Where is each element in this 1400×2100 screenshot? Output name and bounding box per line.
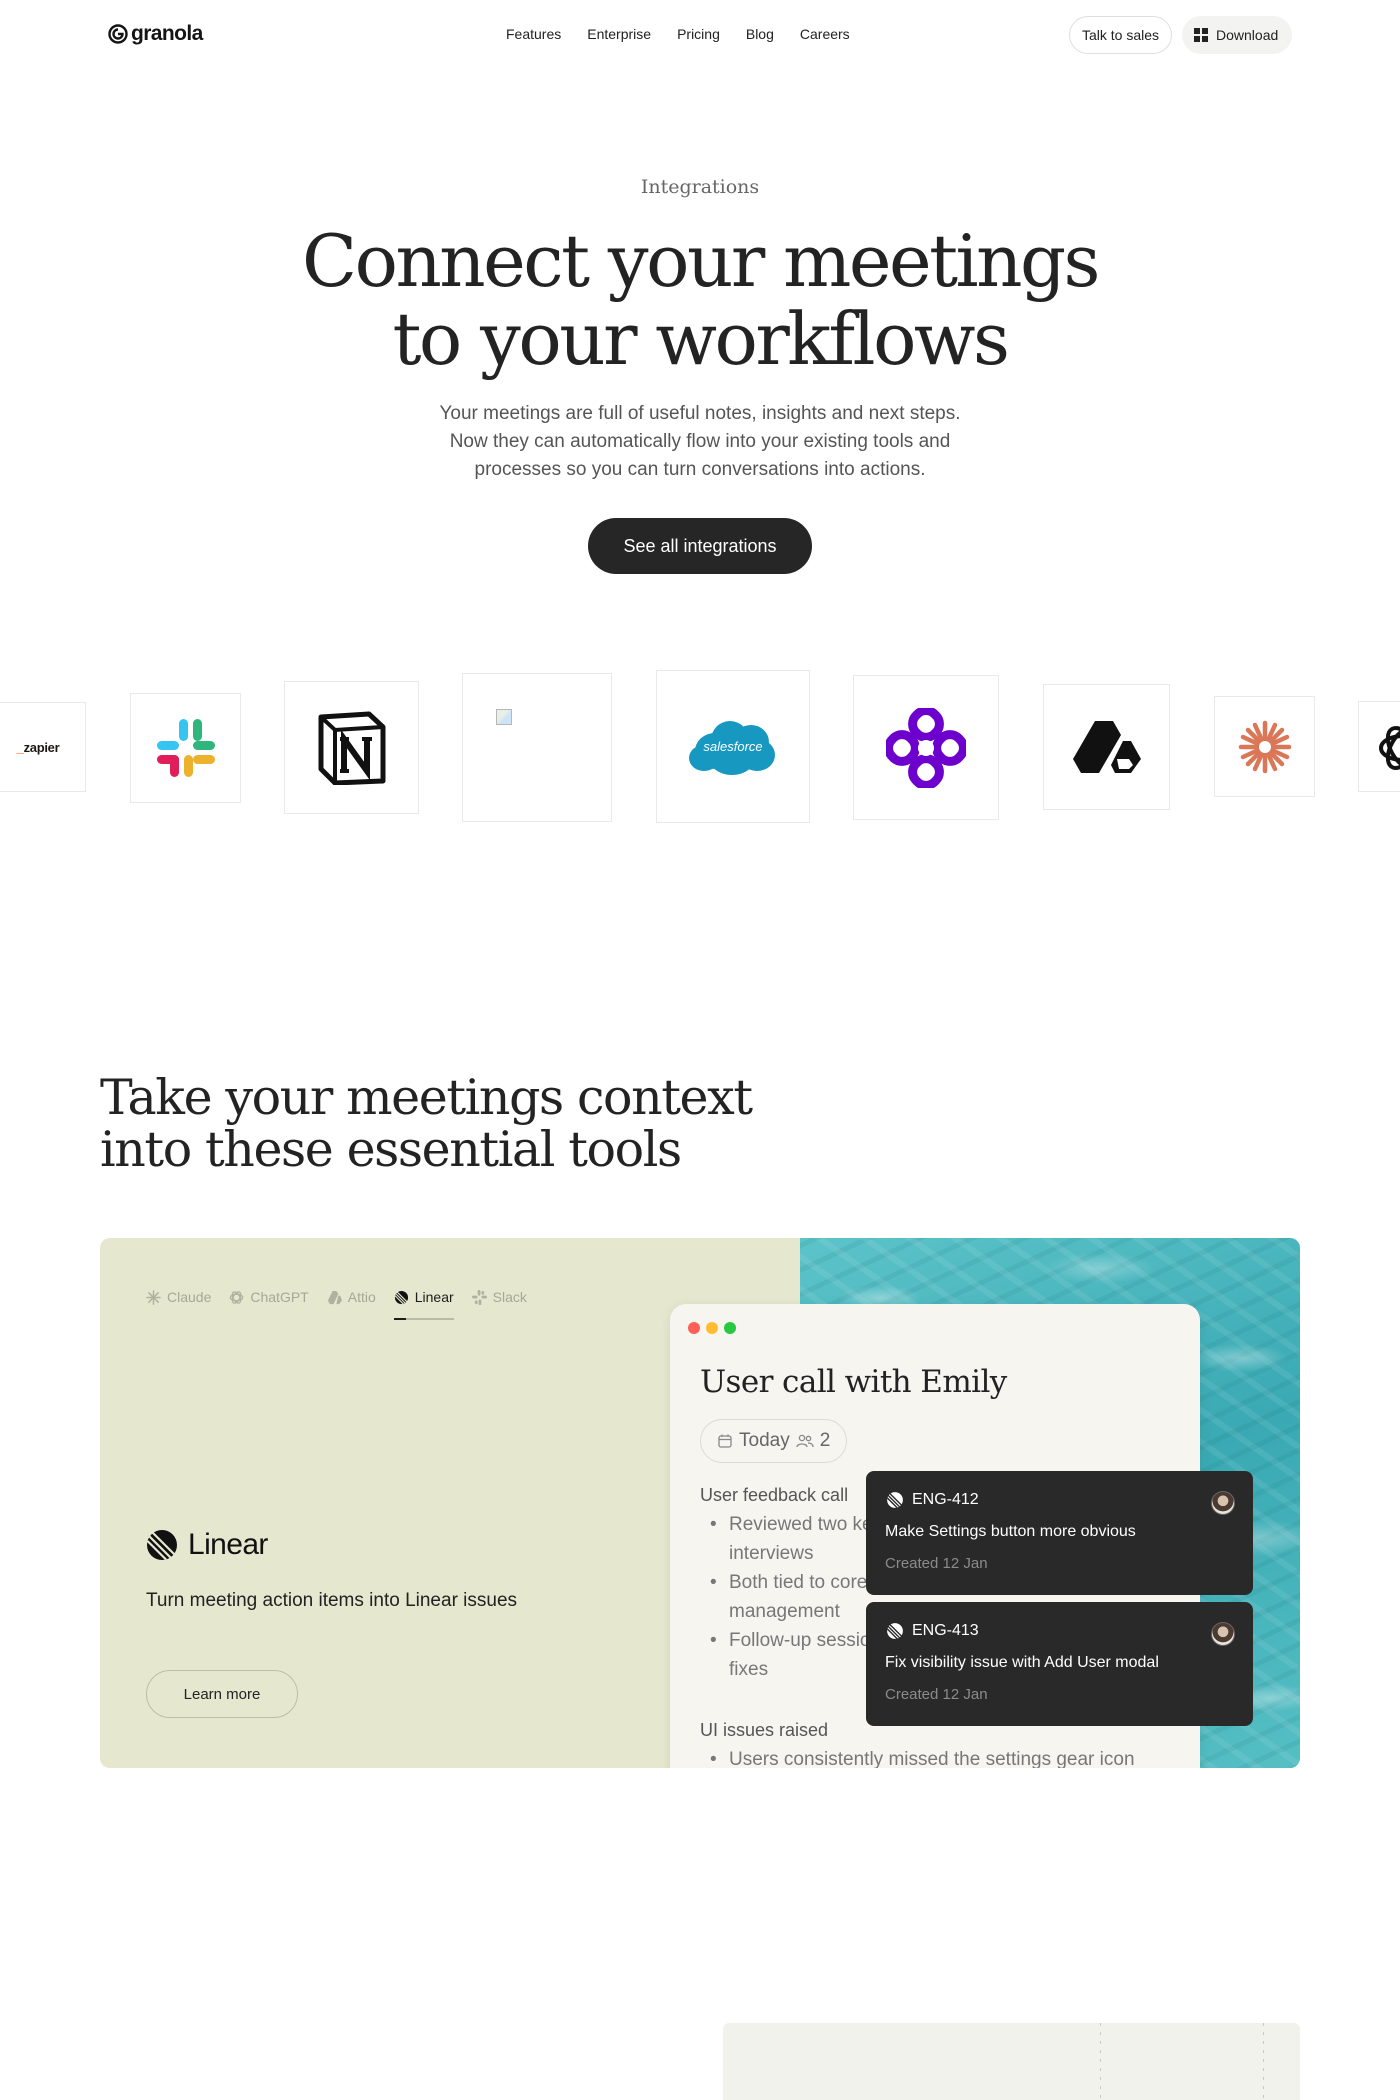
issue-id-row: ENG-412 bbox=[886, 1491, 979, 1509]
issue-title: Fix visibility issue with Add User modal bbox=[885, 1654, 1159, 1671]
linear-icon bbox=[886, 1492, 903, 1509]
nav-link-features[interactable]: Features bbox=[506, 26, 561, 42]
issue-created: Created 12 Jan bbox=[885, 1686, 988, 1703]
zapier-icon: _zapier bbox=[16, 739, 60, 755]
grid-divider bbox=[1100, 2023, 1101, 2100]
logo-text: granola bbox=[131, 22, 203, 45]
section-title-line-1: Take your meetings context bbox=[100, 1069, 753, 1126]
download-button[interactable]: Download bbox=[1182, 16, 1293, 54]
section-title-line-2: into these essential tools bbox=[100, 1121, 682, 1178]
issue-created: Created 12 Jan bbox=[885, 1555, 988, 1572]
notion-tile[interactable] bbox=[284, 681, 419, 814]
claude-tile[interactable] bbox=[1214, 696, 1315, 797]
brand-description: Turn meeting action items into Linear is… bbox=[146, 1590, 518, 1611]
issue-id: ENG-413 bbox=[912, 1622, 979, 1639]
zapier-wordmark: zapier bbox=[23, 739, 60, 755]
integration-feature-card: Claude ChatGPT Attio Linear Slack Linear… bbox=[100, 1238, 1300, 1768]
maximize-dot[interactable] bbox=[724, 1322, 736, 1334]
windows-icon bbox=[1194, 28, 1208, 42]
tab-label: Attio bbox=[347, 1289, 376, 1305]
note-heading-ui-issues: UI issues raised bbox=[700, 1720, 829, 1740]
claude-icon bbox=[1238, 720, 1291, 773]
tab-linear[interactable]: Linear bbox=[393, 1286, 454, 1320]
slack-icon bbox=[156, 719, 215, 777]
brand-heading: Linear bbox=[146, 1528, 268, 1562]
tab-label: ChatGPT bbox=[250, 1289, 309, 1305]
section-title: Take your meetings context into these es… bbox=[100, 1069, 753, 1178]
hero-eyebrow: Integrations bbox=[640, 176, 760, 198]
window-controls bbox=[688, 1322, 736, 1334]
attio-tile[interactable] bbox=[1043, 684, 1170, 810]
chip-date: Today bbox=[739, 1430, 790, 1451]
issue-id-row: ENG-413 bbox=[886, 1622, 979, 1640]
attio-icon bbox=[327, 1290, 342, 1304]
note-meta-chip[interactable]: Today 2 bbox=[700, 1419, 848, 1463]
avatar bbox=[1211, 1622, 1235, 1646]
tab-claude[interactable]: Claude bbox=[146, 1286, 211, 1308]
top-nav: granola Features Enterprise Pricing Blog… bbox=[0, 0, 1400, 72]
hero-title-line-1: Connect your meetings bbox=[302, 219, 1101, 303]
tab-slack[interactable]: Slack bbox=[471, 1286, 527, 1308]
granola-logo[interactable]: granola bbox=[108, 22, 203, 46]
chip-count: 2 bbox=[819, 1430, 831, 1451]
download-label: Download bbox=[1216, 27, 1279, 43]
linear-icon bbox=[886, 1623, 903, 1640]
note-heading-feedback: User feedback call bbox=[700, 1485, 849, 1505]
salesforce-wordmark: salesforce bbox=[703, 738, 763, 754]
nav-links: Features Enterprise Pricing Blog Careers bbox=[506, 26, 850, 42]
talk-to-sales-button[interactable]: Talk to sales bbox=[1069, 16, 1173, 54]
list-item: Users consistently missed the settings g… bbox=[700, 1745, 1220, 1768]
linear-icon bbox=[146, 1530, 177, 1561]
note-list-ui-issues: Users consistently missed the settings g… bbox=[700, 1745, 1220, 1768]
openai-tile[interactable] bbox=[1358, 701, 1400, 792]
see-all-integrations-button[interactable]: See all integrations bbox=[588, 518, 812, 574]
nav-link-blog[interactable]: Blog bbox=[746, 26, 774, 42]
linear-icon bbox=[394, 1290, 408, 1304]
make-icon bbox=[886, 707, 966, 788]
notion-icon bbox=[318, 711, 385, 785]
hero-subtitle-line-2: Now they can automatically flow into you… bbox=[449, 431, 951, 452]
people-icon bbox=[796, 1434, 814, 1448]
brand-name: Linear bbox=[188, 1528, 268, 1561]
attio-icon bbox=[1072, 721, 1141, 773]
calendar-icon bbox=[718, 1434, 732, 1448]
issue-id: ENG-412 bbox=[912, 1491, 979, 1508]
make-tile[interactable] bbox=[853, 675, 999, 820]
hero-subtitle: Your meetings are full of useful notes, … bbox=[400, 400, 1000, 484]
next-section-preview bbox=[723, 2023, 1300, 2100]
salesforce-tile[interactable]: salesforce bbox=[656, 670, 810, 823]
minimize-dot[interactable] bbox=[706, 1322, 718, 1334]
slack-tile[interactable] bbox=[130, 693, 241, 803]
openai-icon bbox=[1379, 726, 1400, 770]
claude-icon bbox=[146, 1289, 161, 1305]
hero-subtitle-line-1: Your meetings are full of useful notes, … bbox=[439, 403, 961, 424]
granola-logo-icon bbox=[108, 24, 128, 44]
slack-icon bbox=[471, 1289, 487, 1305]
hero-title: Connect your meetings to your workflows bbox=[0, 222, 1400, 378]
tab-label: Linear bbox=[414, 1289, 454, 1305]
nav-link-pricing[interactable]: Pricing bbox=[677, 26, 720, 42]
linear-issue-card[interactable]: ENG-412 Make Settings button more obviou… bbox=[866, 1471, 1253, 1595]
linear-issue-card[interactable]: ENG-413 Fix visibility issue with Add Us… bbox=[866, 1602, 1253, 1726]
nav-link-careers[interactable]: Careers bbox=[800, 26, 850, 42]
broken-image-icon bbox=[496, 709, 512, 725]
tab-chatgpt[interactable]: ChatGPT bbox=[229, 1286, 309, 1308]
missing-logo-tile[interactable] bbox=[462, 673, 612, 822]
tab-label: Claude bbox=[167, 1289, 212, 1305]
tab-attio[interactable]: Attio bbox=[327, 1286, 376, 1308]
avatar bbox=[1211, 1491, 1235, 1515]
chatgpt-icon bbox=[230, 1290, 244, 1304]
salesforce-icon: salesforce bbox=[689, 717, 777, 777]
close-dot[interactable] bbox=[688, 1322, 700, 1334]
note-title: User call with Emily bbox=[700, 1364, 1007, 1400]
zapier-tile[interactable]: _zapier bbox=[0, 702, 86, 792]
grid-divider bbox=[1263, 2023, 1264, 2100]
integration-tabs: Claude ChatGPT Attio Linear Slack bbox=[146, 1286, 527, 1320]
hero-title-line-2: to your workflows bbox=[392, 297, 1011, 381]
learn-more-button[interactable]: Learn more bbox=[146, 1670, 298, 1718]
hero-subtitle-line-3: processes so you can turn conversations … bbox=[474, 459, 926, 480]
nav-link-enterprise[interactable]: Enterprise bbox=[587, 26, 651, 42]
issue-title: Make Settings button more obvious bbox=[885, 1523, 1136, 1540]
tab-label: Slack bbox=[492, 1289, 527, 1305]
